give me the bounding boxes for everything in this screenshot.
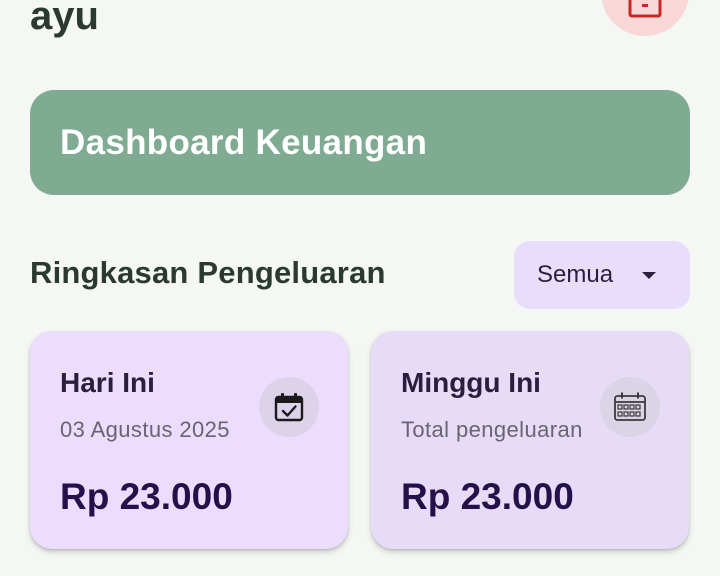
- week-summary-card[interactable]: Minggu Ini Total pengeluaran Rp 23.000: [371, 331, 689, 549]
- dashboard-page: ayu Dashboard Keuangan Ringkasan Pengelu…: [0, 0, 720, 576]
- period-filter-dropdown[interactable]: Semua: [514, 241, 690, 309]
- dropdown-arrow-icon: [642, 272, 656, 279]
- card-subtitle: 03 Agustus 2025: [60, 417, 230, 442]
- card-title: Minggu Ini: [401, 367, 541, 398]
- calendar-week-icon: [600, 377, 660, 437]
- logout-icon: [628, 0, 662, 18]
- card-amount: Rp 23.000: [401, 476, 574, 517]
- user-greeting: ayu: [30, 0, 99, 38]
- today-summary-card[interactable]: Hari Ini 03 Agustus 2025 Rp 23.000: [30, 331, 348, 549]
- card-amount: Rp 23.000: [60, 476, 233, 517]
- filter-selected-value: Semua: [537, 261, 614, 288]
- logout-button[interactable]: [601, 0, 689, 36]
- card-subtitle: Total pengeluaran: [401, 417, 583, 442]
- calendar-check-icon: [259, 377, 319, 437]
- summary-section-title: Ringkasan Pengeluaran: [30, 255, 386, 290]
- card-title: Hari Ini: [60, 367, 155, 398]
- dashboard-banner: Dashboard Keuangan: [30, 90, 690, 195]
- banner-title: Dashboard Keuangan: [60, 122, 428, 162]
